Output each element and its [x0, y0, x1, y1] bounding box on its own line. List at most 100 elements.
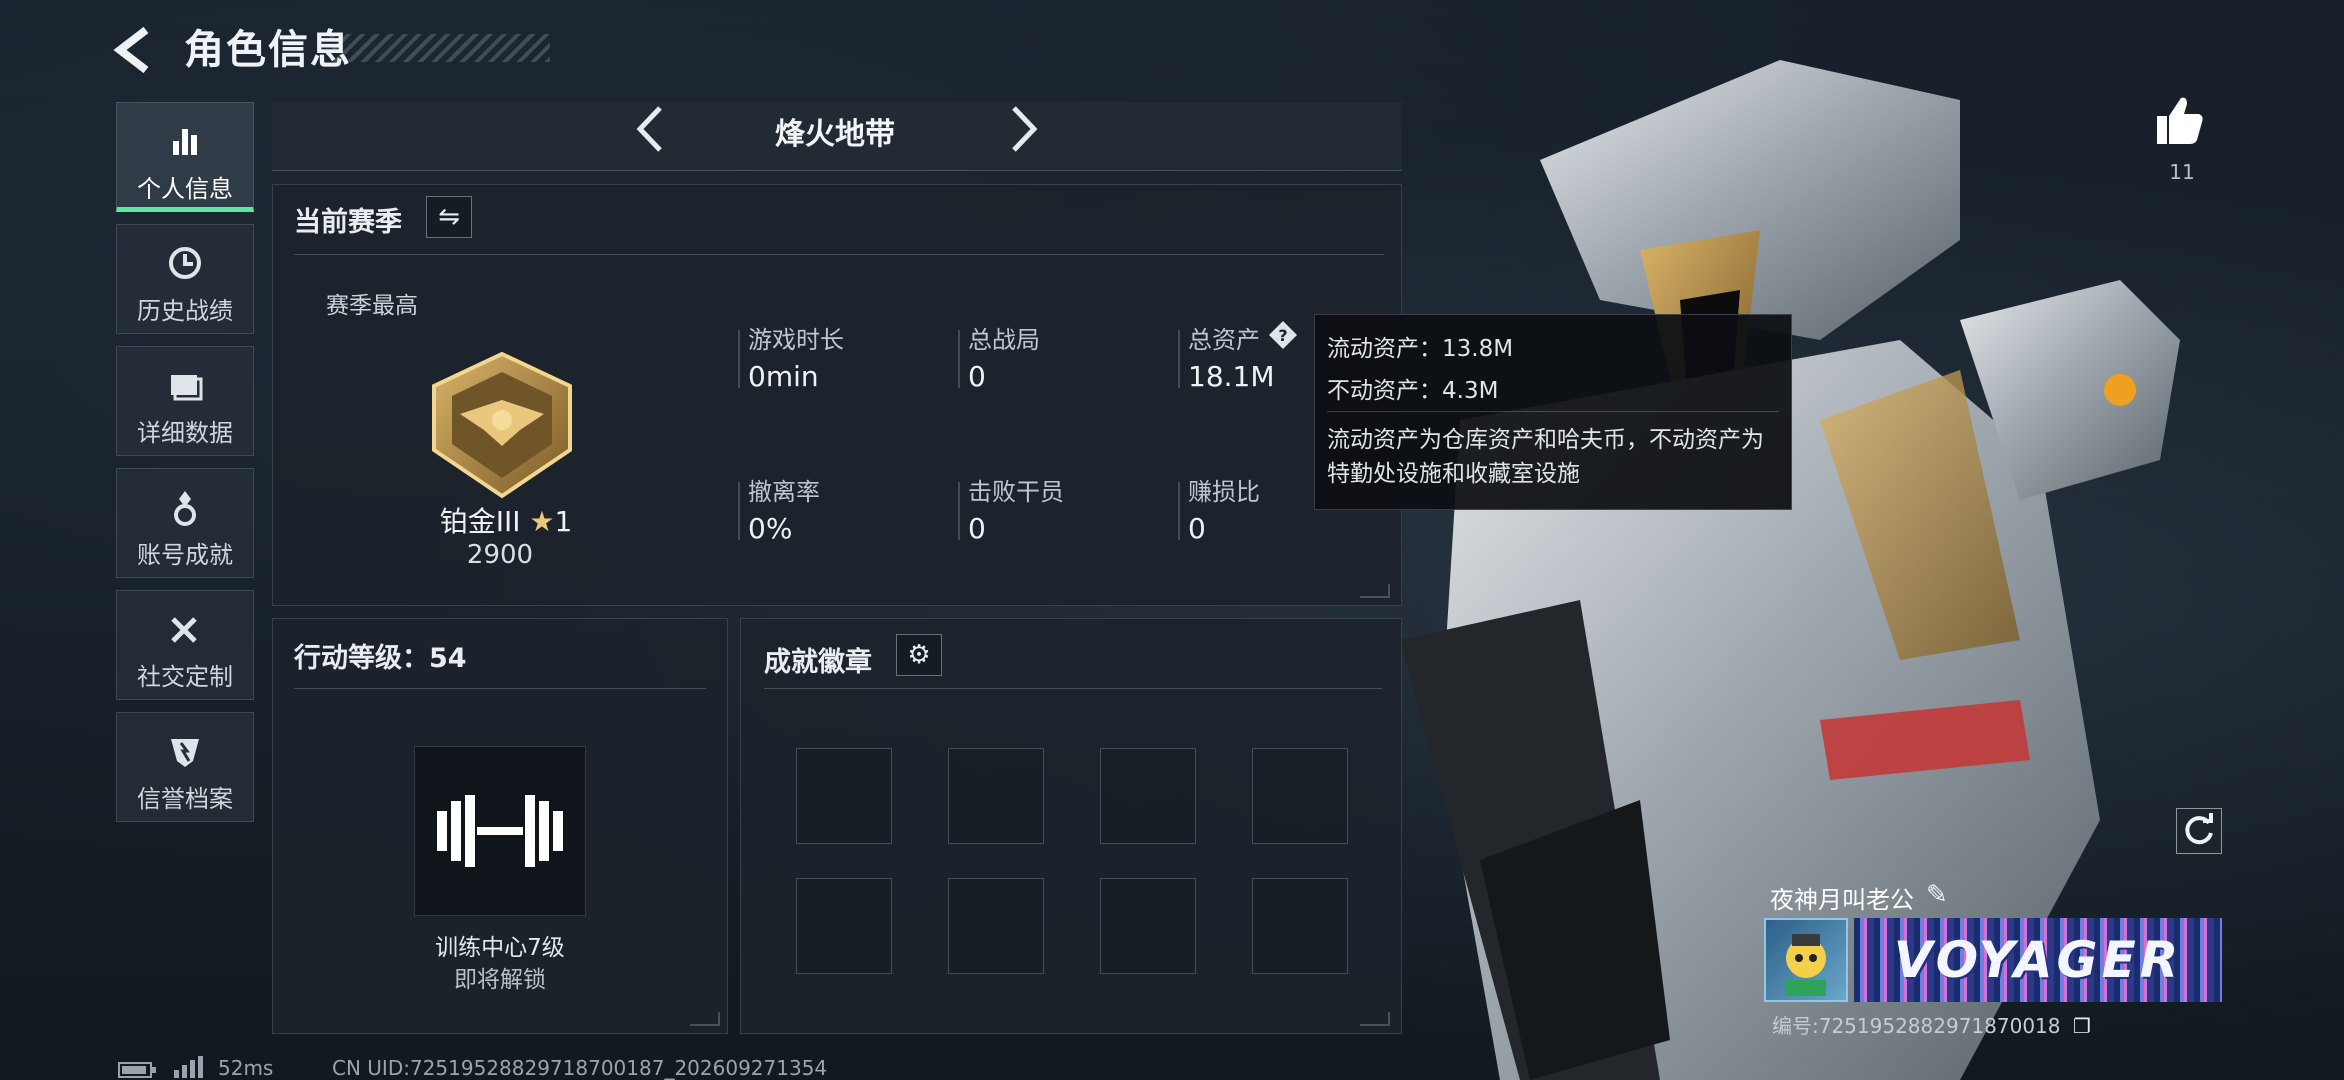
help-icon: ? [1269, 321, 1297, 349]
medal-icon [174, 491, 196, 526]
shield-icon [171, 739, 199, 767]
page-title: 角色信息 [184, 27, 352, 73]
divider [294, 254, 1384, 255]
level-title: 行动等级：54 [294, 643, 467, 674]
badge-settings-button[interactable]: ⚙ [896, 634, 942, 676]
clock-icon [169, 247, 201, 279]
rank-emblem-icon [432, 351, 572, 499]
profile-banner[interactable]: VOYAGER [1854, 918, 2222, 1002]
mode-name: 烽火地带 [775, 117, 895, 152]
stat-label-matches: 总战局 [968, 326, 1040, 354]
like-button[interactable] [2155, 94, 2205, 146]
badge-slot[interactable] [1100, 748, 1196, 844]
bar-chart-icon [173, 129, 197, 155]
sidebar-item-social[interactable]: 社交定制 [116, 590, 254, 700]
sidebar-item-label: 历史战绩 [137, 297, 233, 325]
back-arrow-icon [113, 26, 149, 74]
stat-value-matches: 0 [968, 360, 986, 393]
title-decoration [330, 34, 550, 62]
assets-tooltip: 流动资产：13.8M 不动资产：4.3M 流动资产为仓库资产和哈夫币，不动资产为… [1314, 314, 1792, 510]
badge-slot[interactable] [1252, 878, 1348, 974]
sidebar-item-label: 信誉档案 [137, 785, 233, 813]
avatar[interactable] [1764, 918, 1848, 1002]
divider [294, 688, 706, 689]
sidebar-item-reputation[interactable]: 信誉档案 [116, 712, 254, 822]
panel-corner-mark [690, 1012, 720, 1026]
sidebar-item-details[interactable]: 详细数据 [116, 346, 254, 456]
back-button[interactable] [112, 24, 160, 76]
stat-label-profit-ratio: 赚损比 [1188, 478, 1260, 506]
copy-icon[interactable]: ❐ [2073, 1014, 2091, 1038]
stat-separator [738, 330, 740, 388]
svg-text:?: ? [1278, 326, 1287, 345]
switch-season-button[interactable]: ⇋ [426, 196, 472, 238]
badge-slot[interactable] [948, 878, 1044, 974]
thumbs-up-icon [2157, 97, 2203, 144]
panel-corner-mark [1360, 584, 1390, 598]
tooltip-note: 流动资产为仓库资产和哈夫币，不动资产为特勤处设施和收藏室设施 [1327, 427, 1764, 487]
stat-separator [958, 330, 960, 388]
sidebar-item-achievements[interactable]: 账号成就 [116, 468, 254, 578]
divider [1327, 411, 1779, 412]
star-icon: ★ [529, 505, 555, 538]
uid-text: CN UID:72519528829718700187_202609271354 [332, 1056, 828, 1080]
stat-label-kills: 击败干员 [968, 478, 1064, 506]
rank-score: 2900 [466, 540, 534, 570]
stat-label-playtime: 游戏时长 [748, 326, 844, 354]
stat-value-kills: 0 [968, 512, 986, 545]
edit-name-button[interactable]: ✎ [1926, 880, 1948, 910]
stat-separator [958, 482, 960, 540]
player-name: 夜神月叫老公 [1770, 886, 1914, 914]
refresh-icon [2185, 813, 2213, 845]
rank-stars: 1 [554, 505, 573, 538]
divider [764, 688, 1382, 689]
sidebar-item-label: 个人信息 [137, 175, 233, 203]
badges-title: 成就徽章 [764, 647, 872, 678]
stat-label-assets: 总资产 [1188, 326, 1260, 354]
stat-separator [1178, 482, 1180, 540]
training-center-name: 训练中心7级 [435, 935, 565, 961]
stat-separator [738, 482, 740, 540]
gear-icon: ⚙ [907, 640, 931, 670]
battery-icon [118, 1062, 156, 1078]
chevron-right-icon [1012, 106, 1038, 152]
stat-value-profit-ratio: 0 [1188, 512, 1206, 545]
stat-value-extract-rate: 0% [748, 512, 793, 545]
pencil-icon: ✎ [1926, 880, 1948, 910]
unlock-status: 即将解锁 [454, 967, 546, 993]
sidebar-item-label: 账号成就 [137, 541, 233, 569]
rank-name-row: 铂金III ★1 [426, 500, 586, 540]
panel-corner-mark [1360, 1012, 1390, 1026]
badge-slot[interactable] [796, 878, 892, 974]
player-id: 编号:7251952882971870018 [1772, 1014, 2061, 1038]
stat-value-playtime: 0min [748, 360, 819, 393]
tools-icon [171, 617, 197, 643]
refresh-button[interactable] [2176, 808, 2222, 854]
banner-text: VOYAGER [1893, 931, 2183, 989]
ping-value: 52ms [218, 1056, 274, 1080]
tooltip-fixed-assets: 不动资产：4.3M [1327, 378, 1499, 404]
assets-help-button[interactable]: ? [1268, 320, 1298, 350]
stat-separator [1178, 330, 1180, 388]
rank-name: 铂金III [439, 505, 521, 538]
avatar-character-icon [1786, 934, 1826, 996]
season-highest-label: 赛季最高 [326, 293, 418, 319]
badge-slot[interactable] [948, 748, 1044, 844]
player-id-row: 编号:7251952882971870018 ❐ [1772, 1010, 2091, 1039]
sidebar-item-personal-info[interactable]: 个人信息 [116, 102, 254, 212]
tooltip-liquid-assets: 流动资产：13.8M [1327, 336, 1514, 362]
badge-slot[interactable] [796, 748, 892, 844]
season-title: 当前赛季 [294, 207, 402, 238]
training-center-tile[interactable] [414, 746, 586, 916]
signal-icon [174, 1056, 203, 1078]
stat-value-assets: 18.1M [1188, 360, 1275, 393]
sidebar-item-history[interactable]: 历史战绩 [116, 224, 254, 334]
next-mode-button[interactable] [1006, 104, 1042, 159]
folder-icon [171, 375, 203, 401]
badge-slot[interactable] [1252, 748, 1348, 844]
sidebar-item-label: 详细数据 [137, 419, 233, 447]
badge-slot[interactable] [1100, 878, 1196, 974]
like-count: 11 [2169, 160, 2195, 184]
stat-label-extract-rate: 撤离率 [748, 478, 820, 506]
sidebar-item-label: 社交定制 [137, 663, 233, 691]
